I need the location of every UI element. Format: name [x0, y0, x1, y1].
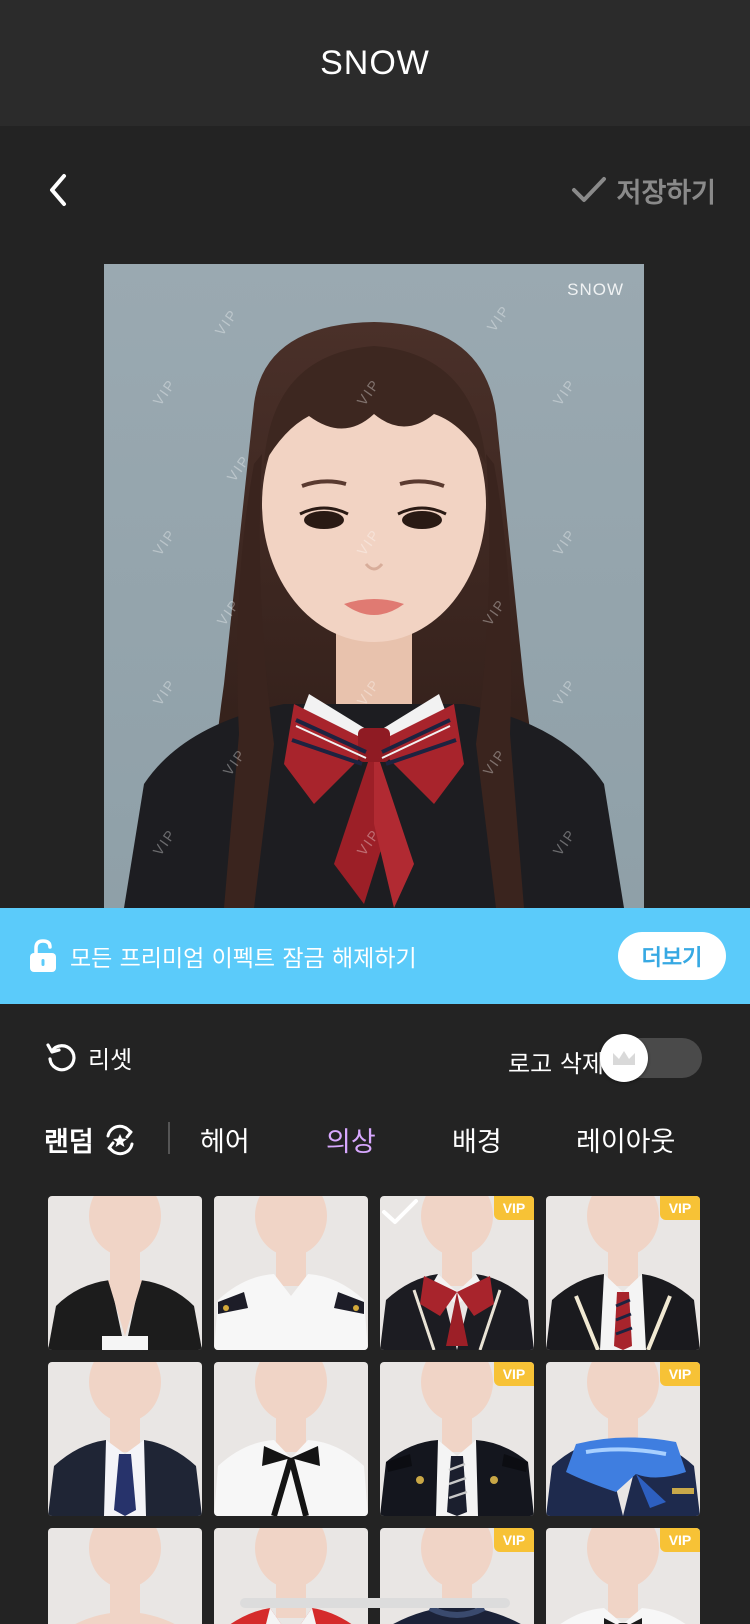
tab-random[interactable]: 랜덤	[44, 1120, 138, 1159]
toggle-knob	[600, 1034, 648, 1082]
watermark-brand: SNOW	[567, 280, 624, 299]
editor-toolbar: 저장하기	[0, 150, 750, 230]
tab-background[interactable]: 배경	[452, 1120, 502, 1159]
logo-delete-label: 로고 삭제	[508, 1050, 604, 1078]
outfit-preview	[230, 1528, 352, 1624]
outfit-white-uniform-shirt[interactable]	[214, 1196, 368, 1350]
vip-badge: VIP	[660, 1362, 700, 1386]
shuffle-star-icon	[106, 1124, 134, 1155]
outfit-school-uniform-striped-tie[interactable]: VIP	[546, 1196, 700, 1350]
reset-label: 리셋	[88, 1046, 133, 1074]
outfit-preview	[214, 1362, 368, 1516]
reset-button[interactable]: 리셋	[44, 1040, 132, 1075]
outfit-preview	[48, 1362, 202, 1516]
vip-badge: VIP	[494, 1362, 534, 1386]
vip-badge: VIP	[494, 1528, 534, 1552]
edit-controls: 리셋 로고 삭제	[0, 1030, 750, 1086]
outfit-white-shirt-black-ribbon[interactable]	[214, 1362, 368, 1516]
outfit-red-collar-jacket[interactable]	[214, 1528, 368, 1624]
tab-hair[interactable]: 헤어	[200, 1120, 250, 1159]
save-label: 저장하기	[616, 177, 716, 209]
portrait-illustration	[124, 322, 624, 908]
selected-check-icon	[382, 1199, 418, 1224]
chevron-left-icon	[50, 174, 66, 206]
app-title: SNOW	[320, 43, 430, 82]
more-button[interactable]: 더보기	[618, 932, 726, 980]
category-tabs: 랜덤 헤어 의상 배경 레이아웃	[0, 1112, 750, 1166]
promo-text: 모든 프리미엄 이펙트 잠금 해제하기	[70, 946, 417, 972]
app-header: SNOW	[0, 0, 750, 126]
tab-random-label: 랜덤	[44, 1127, 94, 1158]
outfit-navy-jacket[interactable]: VIP	[380, 1528, 534, 1624]
save-button[interactable]: 저장하기	[571, 164, 716, 216]
premium-unlock-banner[interactable]: 모든 프리미엄 이펙트 잠금 해제하기 더보기	[0, 908, 750, 1004]
vip-badge: VIP	[660, 1196, 700, 1220]
id-photo-preview: SNOW VIP VIP VIP VIP VIP VIP VIP VIP VIP…	[104, 264, 644, 908]
crown-icon	[613, 1051, 635, 1065]
vip-badge: VIP	[494, 1196, 534, 1220]
tab-layout[interactable]: 레이아웃	[576, 1120, 675, 1159]
back-button[interactable]	[32, 164, 84, 216]
outfit-bare-shoulders[interactable]	[48, 1528, 202, 1624]
tab-outfit[interactable]: 의상	[326, 1120, 376, 1159]
outfit-white-shirt-bowtie[interactable]: VIP	[546, 1528, 700, 1624]
vip-badge: VIP	[660, 1528, 700, 1552]
check-icon	[571, 177, 606, 202]
outfit-navy-suit-tie[interactable]	[48, 1362, 202, 1516]
outfit-flight-attendant-scarf[interactable]: VIP	[546, 1362, 700, 1516]
logo-delete-toggle[interactable]	[600, 1034, 702, 1082]
outfit-preview	[75, 1528, 175, 1624]
home-indicator	[240, 1598, 510, 1608]
tab-divider	[168, 1122, 170, 1154]
outfit-grid: VIP VIP VIP VIP VIP VIP	[48, 1196, 702, 1624]
outfit-preview	[214, 1196, 368, 1350]
outfit-black-blazer[interactable]	[48, 1196, 202, 1350]
reset-icon	[46, 1042, 76, 1071]
outfit-preview	[48, 1196, 202, 1350]
outfit-police-uniform[interactable]: VIP	[380, 1362, 534, 1516]
outfit-school-uniform-red-bow[interactable]: VIP	[380, 1196, 534, 1350]
unlock-icon	[30, 939, 56, 972]
